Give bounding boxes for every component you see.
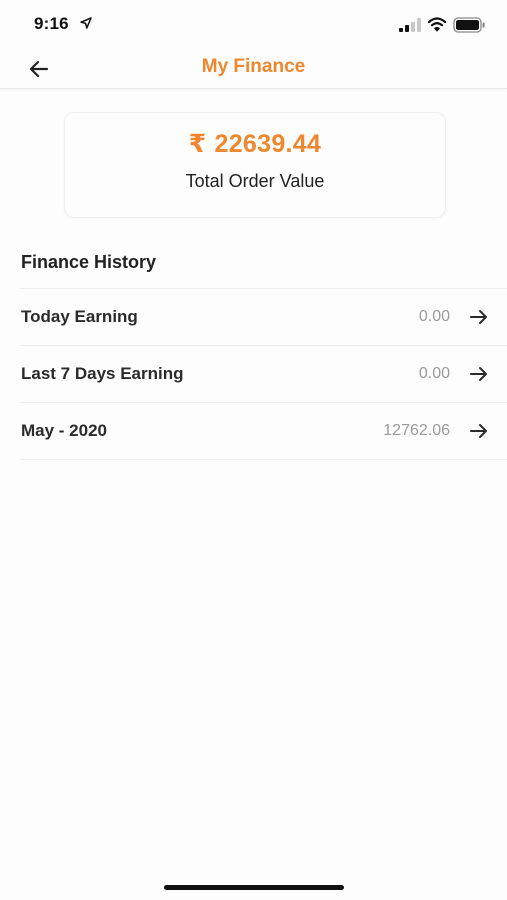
amount-value: 22639.44 <box>214 130 322 158</box>
history-row-today-earning[interactable]: Today Earning 0.00 <box>20 288 507 345</box>
total-order-value-card: ₹22639.44 Total Order Value <box>64 112 446 218</box>
finance-screen: 9:16 My Finance ₹ 22639.44 Total Order V… <box>0 0 507 900</box>
total-order-label: Total Order Value <box>185 171 325 191</box>
cellular-signal-icon <box>399 18 421 32</box>
status-time: 9:16 <box>34 14 69 33</box>
location-arrow-icon <box>80 17 92 29</box>
row-value: 0.00 <box>418 365 450 382</box>
battery-icon <box>453 17 485 33</box>
page-title: My Finance <box>201 56 306 77</box>
rupee-symbol: ₹ <box>188 130 207 158</box>
wifi-icon <box>428 17 446 32</box>
home-indicator[interactable] <box>164 885 344 890</box>
row-value: 0.00 <box>418 308 450 325</box>
history-row-month[interactable]: May - 2020 12762.06 <box>20 402 507 460</box>
row-label: May - 2020 <box>21 421 107 440</box>
history-row-last-7-days-earning[interactable]: Last 7 Days Earning 0.00 <box>20 345 507 402</box>
arrow-right-icon <box>470 424 487 438</box>
row-label: Last 7 Days Earning <box>21 364 184 383</box>
row-value: 12762.06 <box>383 422 450 439</box>
status-bar: 9:16 <box>0 0 507 50</box>
finance-history-title: Finance History <box>21 252 157 272</box>
finance-history-list: Today Earning 0.00 Last 7 Days Earning 0… <box>20 288 507 460</box>
total-order-amount: ₹22639.44 <box>65 129 445 159</box>
arrow-right-icon <box>470 367 487 381</box>
navigation-header: My Finance <box>0 50 507 89</box>
arrow-right-icon <box>470 310 487 324</box>
row-label: Today Earning <box>21 307 138 326</box>
